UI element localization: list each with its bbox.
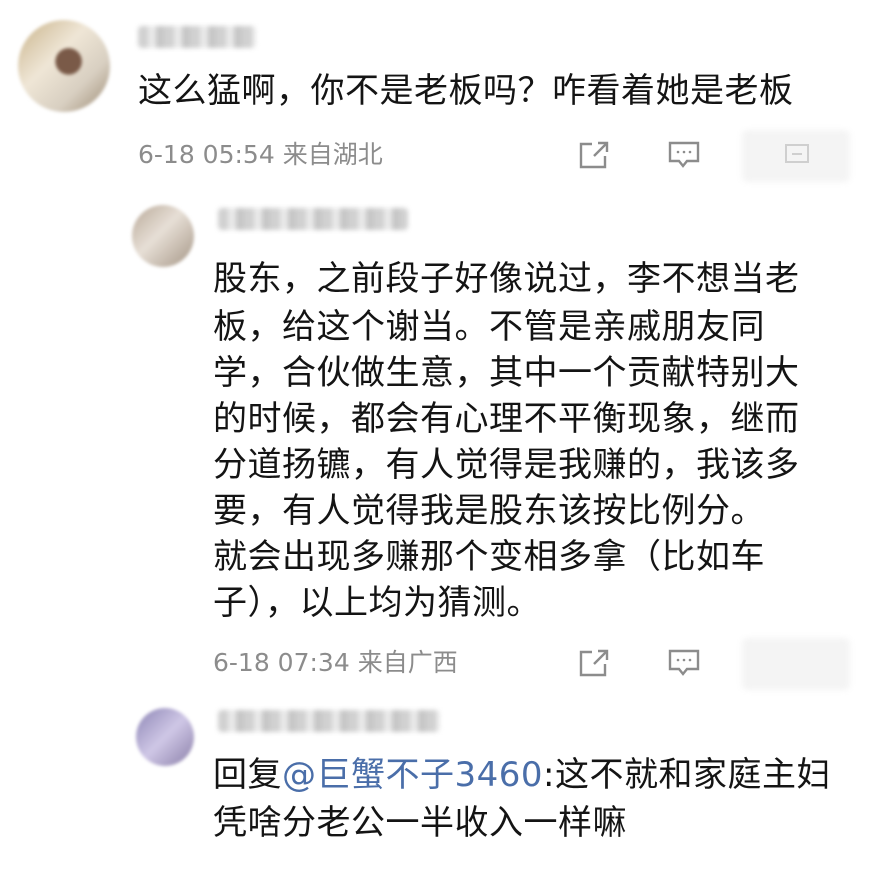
reply-meta: 6-18 07:34 来自广西 xyxy=(213,648,458,678)
username-blurred[interactable] xyxy=(218,710,440,732)
like-area-blurred xyxy=(742,638,850,690)
reply-text-line: 学，合伙做生意，其中一个贡献特别大 xyxy=(213,353,800,393)
comment-meta: 6-18 05:54 来自湖北 xyxy=(138,140,383,170)
reply-text-line: 要，有人觉得我是股东该按比例分。 xyxy=(213,491,765,531)
reply-text-line: 股东，之前段子好像说过，李不想当老 xyxy=(213,259,800,299)
reply-text-line: 子），以上均为猜测。 xyxy=(213,583,541,623)
like-icon[interactable] xyxy=(783,142,811,168)
reply-text: :这不就和家庭主妇 xyxy=(543,755,831,795)
reply-text-line: 回复@巨蟹不子3460:这不就和家庭主妇 xyxy=(213,752,831,798)
share-icon[interactable] xyxy=(577,648,611,678)
reply-location: 来自广西 xyxy=(357,648,458,677)
comment-icon[interactable] xyxy=(667,648,701,678)
reply-prefix: 回复 xyxy=(213,755,282,795)
mention-link[interactable]: @巨蟹不子3460 xyxy=(282,755,543,795)
share-icon[interactable] xyxy=(577,140,611,170)
reply-text-line: 凭啥分老公一半收入一样嘛 xyxy=(213,803,627,843)
avatar[interactable] xyxy=(136,708,194,766)
comment-date: 6-18 05:54 xyxy=(138,140,275,169)
avatar[interactable] xyxy=(132,205,194,267)
username-blurred[interactable] xyxy=(218,208,408,230)
comment-text: 这么猛啊，你不是老板吗？咋看着她是老板 xyxy=(138,71,794,111)
comment-icon[interactable] xyxy=(667,140,701,170)
comment-location: 来自湖北 xyxy=(282,140,383,169)
reply-text-line: 板，给这个谢当。不管是亲戚朋友同 xyxy=(213,307,765,347)
reply-text-line: 分道扬镳，有人觉得是我赚的，我该多 xyxy=(213,445,800,485)
reply-text-line: 就会出现多赚那个变相多拿（比如车 xyxy=(213,537,765,577)
avatar[interactable] xyxy=(18,20,110,112)
reply-text-line: 的时候，都会有心理不平衡现象，继而 xyxy=(213,399,800,439)
reply-date: 6-18 07:34 xyxy=(213,648,350,677)
username-blurred[interactable] xyxy=(138,26,256,48)
